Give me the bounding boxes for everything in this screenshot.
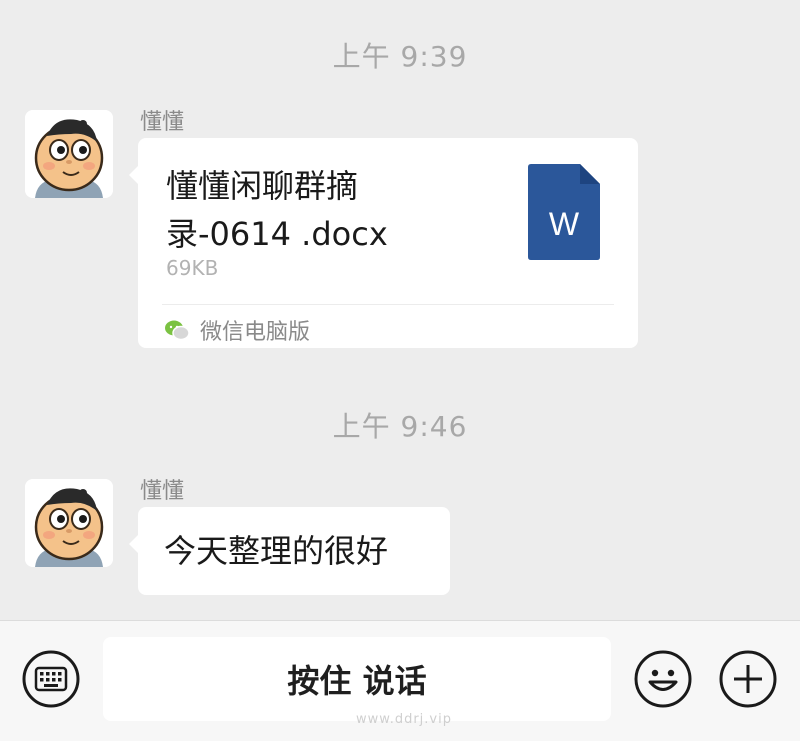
chat-area: 上午 9:39 懂懂 懂懂闲聊群摘 录-0614 .docx 69KB W 微信… <box>0 0 800 620</box>
file-size: 69KB <box>166 256 219 280</box>
sender-name: 懂懂 <box>140 110 185 135</box>
hold-to-talk-button[interactable]: 按住 说话 <box>103 637 611 721</box>
wechat-icon <box>165 320 190 341</box>
plus-icon[interactable] <box>718 649 778 709</box>
avatar-cartoon-icon <box>25 110 113 198</box>
input-bar: 按住 说话 www.ddrj.vip <box>0 620 800 741</box>
avatar[interactable] <box>25 479 113 567</box>
file-message-bubble[interactable]: 懂懂闲聊群摘 录-0614 .docx 69KB W 微信电脑版 <box>129 138 638 348</box>
divider <box>162 304 614 305</box>
file-source: 微信电脑版 <box>164 314 310 346</box>
avatar-cartoon-icon <box>25 479 113 567</box>
file-source-label: 微信电脑版 <box>200 320 311 345</box>
text-message-bubble[interactable]: 今天整理的很好 <box>129 507 450 595</box>
emoji-icon[interactable] <box>633 649 693 709</box>
word-doc-letter: W <box>549 206 580 242</box>
word-doc-icon: W <box>528 164 600 260</box>
file-name-line1: 懂懂闲聊群摘 <box>166 167 359 205</box>
watermark: www.ddrj.vip <box>356 712 452 727</box>
sender-name: 懂懂 <box>140 479 185 504</box>
avatar[interactable] <box>25 110 113 198</box>
message-text: 今天整理的很好 <box>164 532 389 570</box>
file-name: 懂懂闲聊群摘 录-0614 .docx <box>166 162 496 258</box>
file-name-line2: 录-0614 .docx <box>166 215 388 253</box>
keyboard-icon[interactable] <box>21 649 81 709</box>
timestamp: 上午 9:39 <box>332 40 468 73</box>
timestamp: 上午 9:46 <box>332 410 468 443</box>
